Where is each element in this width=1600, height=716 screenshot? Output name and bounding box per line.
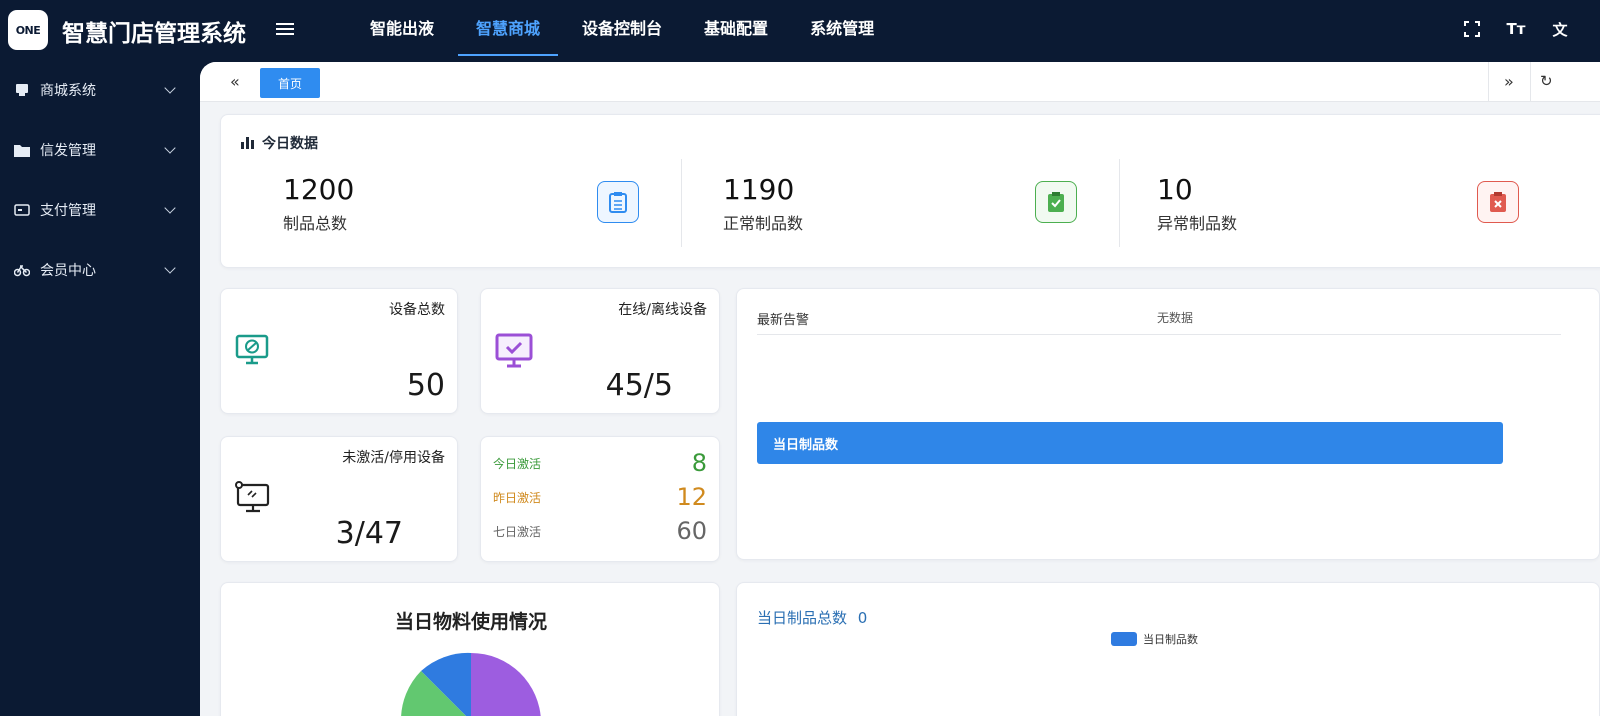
inactive-device-card: 未激活/停用设备 3/47: [220, 436, 458, 562]
bike-icon: [14, 262, 30, 278]
sidebar: 商城系统 信发管理 支付管理 会员中心: [0, 60, 200, 716]
fullscreen-icon[interactable]: [1462, 18, 1482, 40]
stat-label: 异常制品数: [1157, 214, 1238, 233]
translate-icon[interactable]: 文: [1550, 18, 1570, 40]
card-title: 设备总数: [389, 302, 445, 318]
legend-swatch: [1111, 632, 1137, 646]
daily-products-label: 当日制品总数: [757, 609, 848, 627]
monitor-icon: [235, 333, 269, 371]
scroll-left-icon[interactable]: «: [230, 72, 240, 91]
tab-bar: « 首页 » ↻: [200, 62, 1600, 102]
chevron-down-icon: [164, 262, 176, 274]
bar-chart-icon: [241, 137, 254, 149]
main-content: « 首页 » ↻ 今日数据 1200 制品总数 1190 正常制品数 10 异常…: [200, 62, 1600, 716]
divider: [1119, 159, 1120, 247]
activation-value: 12: [676, 483, 707, 511]
chart-legend[interactable]: 当日制品数: [1111, 631, 1198, 647]
stat-label: 制品总数: [283, 214, 348, 233]
material-pie-chart: [401, 652, 541, 716]
legend-label: 当日制品数: [1143, 633, 1198, 646]
stat-total-products: 1200 制品总数: [283, 173, 354, 234]
activation-label: 七日激活: [493, 524, 542, 539]
nav-item-smart-dispense[interactable]: 智能出液: [352, 0, 452, 56]
nav-item-basic-config[interactable]: 基础配置: [686, 0, 786, 56]
nav-item-device-console[interactable]: 设备控制台: [564, 0, 680, 56]
alerts-title: 最新告警: [757, 313, 810, 328]
sidebar-item-member-center[interactable]: 会员中心: [0, 240, 200, 300]
device-total-card: 设备总数 50: [220, 288, 458, 414]
clipboard-check-icon: [1035, 181, 1077, 223]
stat-value: 10: [1157, 173, 1193, 206]
activation-value: 8: [691, 449, 707, 477]
activation-row-today: 今日激活 8: [493, 449, 707, 477]
sidebar-item-label: 信发管理: [40, 143, 96, 159]
activation-card: 今日激活 8 昨日激活 12 七日激活 60: [480, 436, 720, 562]
card-title: 未激活/停用设备: [342, 450, 445, 466]
daily-products-title: 当日制品总数 0: [757, 607, 867, 628]
today-data-card: 今日数据 1200 制品总数 1190 正常制品数 10 异常制品数: [220, 114, 1600, 268]
material-usage-card: 当日物料使用情况: [220, 582, 720, 716]
divider: [1488, 62, 1489, 102]
activation-label: 昨日激活: [493, 490, 542, 505]
chevron-down-icon: [164, 142, 176, 154]
alerts-header: 最新告警 无数据: [757, 309, 1561, 335]
card-title: 在线/离线设备: [618, 302, 707, 318]
sidebar-item-publishing[interactable]: 信发管理: [0, 120, 200, 180]
no-data-text: 无数据: [1157, 311, 1194, 325]
online-offline-card: 在线/离线设备 45/5: [480, 288, 720, 414]
stat-value: 1190: [723, 173, 795, 206]
top-nav: 智能出液 智慧商城 设备控制台 基础配置 系统管理: [352, 0, 898, 60]
today-data-label: 今日数据: [262, 136, 318, 152]
nav-item-system-management[interactable]: 系统管理: [792, 0, 892, 56]
sidebar-item-label: 支付管理: [40, 203, 96, 219]
shop-icon: [14, 82, 30, 98]
monitor-check-icon: [495, 333, 533, 373]
card-value: 3/47: [335, 516, 403, 551]
activation-label: 今日激活: [493, 456, 542, 471]
wallet-icon: [14, 202, 30, 218]
card-value: 50: [406, 368, 445, 403]
monitor-off-icon: [235, 481, 271, 519]
pie-slice-purple: [471, 653, 541, 716]
clipboard-x-icon: [1477, 181, 1519, 223]
stat-abnormal-products: 10 异常制品数: [1157, 173, 1237, 234]
latest-alerts-card: 最新告警 无数据 当日制品数: [736, 288, 1600, 560]
divider: [681, 159, 682, 247]
today-data-title: 今日数据: [241, 133, 318, 153]
app-title: 智慧门店管理系统: [62, 21, 246, 47]
chevron-down-icon: [164, 82, 176, 94]
refresh-icon[interactable]: ↻: [1540, 72, 1553, 90]
daily-products-card: 当日制品总数 0 当日制品数: [736, 582, 1600, 716]
stat-normal-products: 1190 正常制品数: [723, 173, 803, 234]
app-logo[interactable]: ONE: [8, 10, 48, 50]
daily-products-count: 0: [857, 609, 868, 627]
activation-row-seven-days: 七日激活 60: [493, 517, 707, 545]
scroll-right-icon[interactable]: »: [1504, 72, 1514, 91]
sidebar-item-mall-system[interactable]: 商城系统: [0, 60, 200, 120]
divider: [1530, 62, 1531, 102]
menu-toggle-icon[interactable]: [276, 20, 294, 38]
sidebar-item-label: 商城系统: [40, 83, 96, 99]
activation-value: 60: [676, 517, 707, 545]
sidebar-item-payment[interactable]: 支付管理: [0, 180, 200, 240]
chevron-down-icon: [164, 202, 176, 214]
top-bar: ONE 智慧门店管理系统 智能出液 智慧商城 设备控制台 基础配置 系统管理 T…: [0, 0, 1600, 60]
clipboard-icon: [597, 181, 639, 223]
stat-value: 1200: [283, 173, 355, 206]
top-icons: Tт 文: [1462, 18, 1570, 40]
font-size-icon[interactable]: Tт: [1506, 18, 1526, 40]
daily-products-bar[interactable]: 当日制品数: [757, 422, 1503, 464]
folder-icon: [14, 142, 30, 158]
activation-row-yesterday: 昨日激活 12: [493, 483, 707, 511]
card-value: 45/5: [605, 368, 673, 403]
sidebar-item-label: 会员中心: [40, 263, 96, 279]
material-usage-title: 当日物料使用情况: [394, 611, 547, 633]
tab-home[interactable]: 首页: [260, 68, 320, 98]
nav-item-smart-mall[interactable]: 智慧商城: [458, 0, 559, 56]
stat-label: 正常制品数: [723, 214, 804, 233]
